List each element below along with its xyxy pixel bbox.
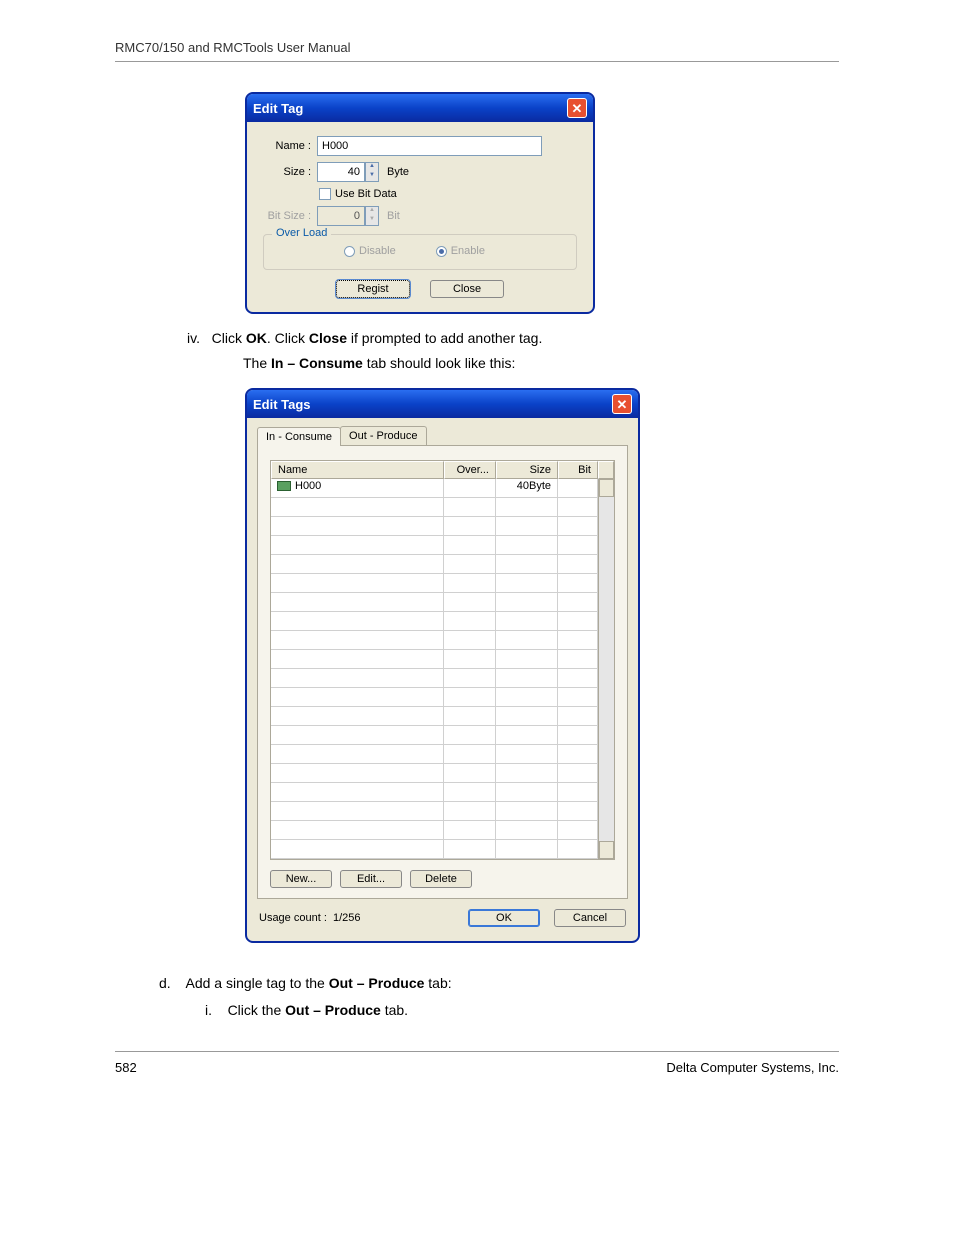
step-i: i. Click the Out – Produce tab. (115, 1000, 839, 1021)
page-number: 582 (115, 1060, 137, 1075)
enable-label: Enable (451, 245, 485, 257)
table-row[interactable] (271, 745, 598, 764)
bitsize-spinner: ▲▼ (365, 206, 379, 226)
table-row[interactable] (271, 821, 598, 840)
table-row[interactable] (271, 764, 598, 783)
usage-value: 1/256 (333, 912, 361, 924)
col-size[interactable]: Size (496, 461, 558, 479)
bitsize-unit: Bit (387, 210, 400, 222)
table-row[interactable] (271, 574, 598, 593)
enable-radio[interactable] (436, 246, 447, 257)
regist-button[interactable]: Regist (336, 280, 410, 298)
name-input[interactable] (317, 136, 542, 156)
table-row[interactable] (271, 593, 598, 612)
table-row[interactable] (271, 802, 598, 821)
edit-button[interactable]: Edit... (340, 870, 402, 888)
table-row[interactable] (271, 498, 598, 517)
usage-label: Usage count : (259, 912, 327, 924)
table-row[interactable] (271, 612, 598, 631)
table-row[interactable] (271, 517, 598, 536)
close-button[interactable]: Close (430, 280, 504, 298)
scrollbar[interactable] (598, 479, 614, 859)
use-bit-data-checkbox[interactable] (319, 188, 331, 200)
scroll-head (598, 461, 614, 479)
table-row[interactable] (271, 536, 598, 555)
tab-in-consume[interactable]: In - Consume (257, 427, 341, 446)
table-row[interactable] (271, 726, 598, 745)
dialog2-title: Edit Tags (253, 397, 311, 412)
close-icon[interactable]: ✕ (612, 394, 632, 414)
tag-icon (277, 481, 291, 491)
step-iv: iv. Click OK. Click Close if prompted to… (115, 328, 839, 349)
size-unit: Byte (387, 166, 409, 178)
edit-tag-dialog: Edit Tag ✕ Name : Size : ▲▼ Byte Use Bit… (245, 92, 595, 314)
new-button[interactable]: New... (270, 870, 332, 888)
overload-legend: Over Load (272, 227, 331, 239)
overload-group: Over Load Disable Enable (263, 234, 577, 270)
table-row[interactable] (271, 669, 598, 688)
table-row[interactable]: H00040Byte (271, 479, 598, 498)
size-label: Size : (259, 166, 317, 178)
table-row[interactable] (271, 688, 598, 707)
use-bit-data-label: Use Bit Data (335, 188, 397, 200)
col-over[interactable]: Over... (444, 461, 496, 479)
table-row[interactable] (271, 840, 598, 859)
disable-radio[interactable] (344, 246, 355, 257)
bitsize-input (317, 206, 365, 226)
footer-company: Delta Computer Systems, Inc. (666, 1060, 839, 1075)
table-row[interactable] (271, 631, 598, 650)
step-d: d. Add a single tag to the Out – Produce… (115, 973, 839, 994)
step-iv-line2: The In – Consume tab should look like th… (115, 353, 839, 374)
page-header: RMC70/150 and RMCTools User Manual (115, 40, 839, 62)
table-row[interactable] (271, 555, 598, 574)
tab-out-produce[interactable]: Out - Produce (340, 426, 426, 445)
disable-label: Disable (359, 245, 396, 257)
size-input[interactable] (317, 162, 365, 182)
titlebar2: Edit Tags ✕ (247, 390, 638, 418)
titlebar: Edit Tag ✕ (247, 94, 593, 122)
col-name[interactable]: Name (271, 461, 444, 479)
ok-button[interactable]: OK (468, 909, 540, 927)
tags-grid: Name Over... Size Bit H00040Byte (270, 460, 615, 860)
dialog-title: Edit Tag (253, 101, 303, 116)
close-icon[interactable]: ✕ (567, 98, 587, 118)
col-bit[interactable]: Bit (558, 461, 598, 479)
size-spinner[interactable]: ▲▼ (365, 162, 379, 182)
table-row[interactable] (271, 707, 598, 726)
edit-tags-dialog: Edit Tags ✕ In - Consume Out - Produce N… (245, 388, 640, 943)
table-row[interactable] (271, 783, 598, 802)
cancel-button[interactable]: Cancel (554, 909, 626, 927)
table-row[interactable] (271, 650, 598, 669)
name-label: Name : (259, 140, 317, 152)
delete-button[interactable]: Delete (410, 870, 472, 888)
bitsize-label: Bit Size : (259, 210, 317, 222)
